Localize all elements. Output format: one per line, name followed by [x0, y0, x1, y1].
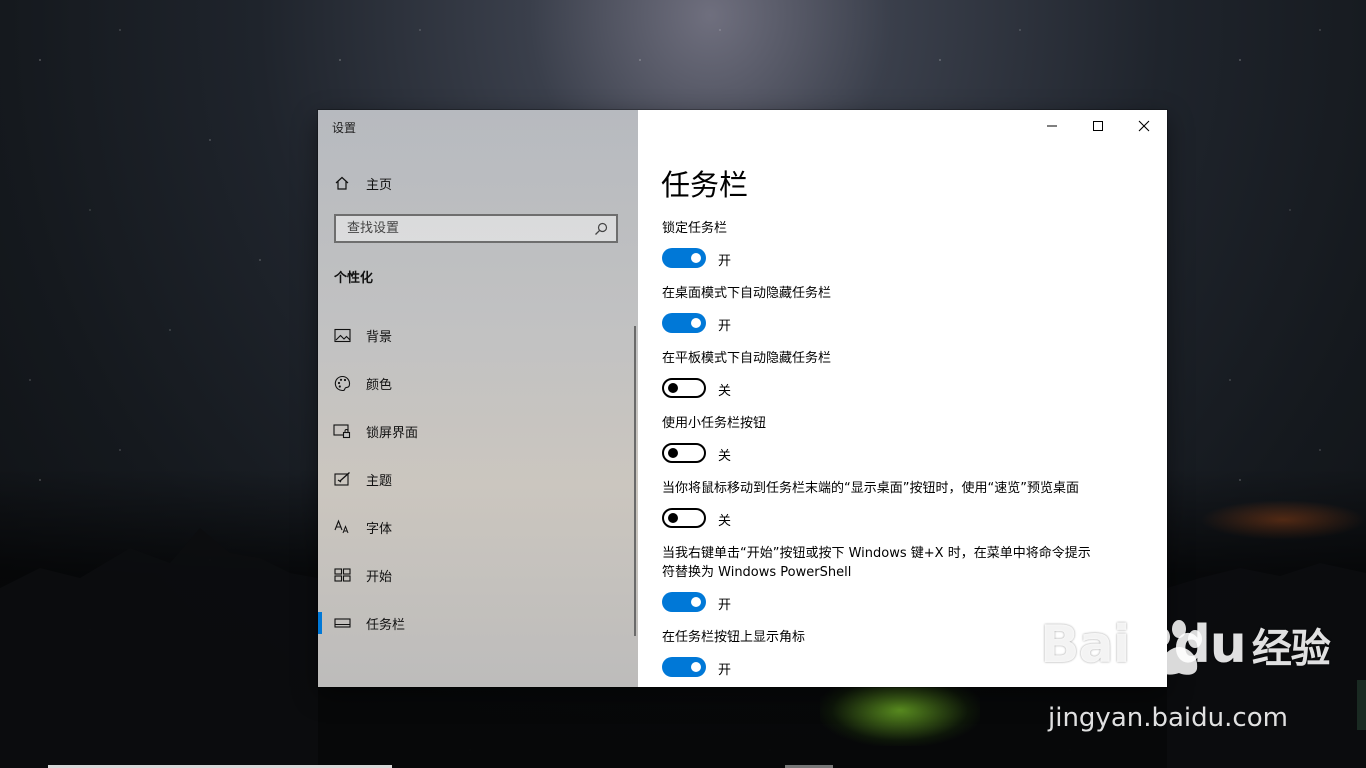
- sidebar-item-label: 任务栏: [366, 617, 406, 633]
- side-meter-widget: [1357, 680, 1366, 730]
- font-icon: [333, 518, 351, 536]
- main-content: 任务栏 锁定任务栏 开 在桌面模式下自动隐藏任务栏 开 在平板模式下自动隐藏任务…: [638, 110, 1167, 687]
- toggle-state-text: 关: [718, 514, 732, 529]
- wallpaper-tent-light: [820, 686, 980, 746]
- toggle-badges[interactable]: [662, 657, 706, 677]
- home-icon: [333, 174, 351, 192]
- toggle-state-text: 开: [718, 254, 732, 269]
- picture-icon: [333, 326, 351, 344]
- toggle-state-text: 关: [718, 384, 732, 399]
- sidebar-item-home[interactable]: 主页: [318, 163, 630, 203]
- lock-screen-icon: [333, 422, 351, 440]
- setting-label-autohide-desktop: 在桌面模式下自动隐藏任务栏: [662, 286, 832, 301]
- minimize-icon: [1046, 117, 1058, 136]
- close-button[interactable]: [1121, 110, 1167, 142]
- toggle-knob: [691, 253, 701, 263]
- sidebar-item-label: 开始: [366, 569, 393, 585]
- sidebar-item-label: 背景: [366, 329, 393, 345]
- sidebar-item-label: 颜色: [366, 377, 393, 393]
- baidu-paw-icon: [1156, 620, 1202, 675]
- sidebar-item-label: 主页: [366, 177, 393, 193]
- setting-label-autohide-tablet: 在平板模式下自动隐藏任务栏: [662, 351, 832, 366]
- toggle-knob: [668, 383, 678, 393]
- theme-icon: [333, 470, 351, 488]
- sidebar-item-label: 字体: [366, 521, 393, 537]
- toggle-knob: [668, 448, 678, 458]
- toggle-state-text: 关: [718, 449, 732, 464]
- setting-label-powershell: 当我右键单击“开始”按钮或按下 Windows 键+X 时，在菜单中将命令提示符…: [662, 546, 1091, 580]
- toggle-state-text: 开: [718, 598, 732, 613]
- sidebar-item-lock-screen[interactable]: 锁屏界面: [318, 411, 630, 451]
- sidebar-scrollbar[interactable]: [634, 326, 636, 636]
- sidebar-item-background[interactable]: 背景: [318, 315, 630, 355]
- page-title: 任务栏: [661, 168, 749, 202]
- palette-icon: [333, 374, 351, 392]
- search-icon[interactable]: [593, 221, 609, 237]
- sidebar-item-label: 锁屏界面: [366, 425, 419, 441]
- toggle-lock-taskbar[interactable]: [662, 248, 706, 268]
- setting-label-lock-taskbar: 锁定任务栏: [662, 221, 728, 236]
- start-icon: [333, 566, 351, 584]
- toggle-peek[interactable]: [662, 508, 706, 528]
- toggle-knob: [691, 662, 701, 672]
- section-title: 个性化: [334, 271, 374, 286]
- sidebar-item-label: 主题: [366, 473, 393, 489]
- maximize-icon: [1092, 117, 1104, 136]
- settings-window: 设置 主页 个性化 背景 颜色: [318, 110, 1167, 687]
- toggle-state-text: 开: [718, 319, 732, 334]
- sidebar-item-colors[interactable]: 颜色: [318, 363, 630, 403]
- minimize-button[interactable]: [1029, 110, 1075, 142]
- search-input[interactable]: [345, 220, 593, 237]
- baidu-watermark: Bai du 经验 jingyan.baidu.com: [1040, 615, 1331, 733]
- close-icon: [1138, 117, 1150, 136]
- sidebar: 设置 主页 个性化 背景 颜色: [318, 110, 638, 687]
- search-box[interactable]: [334, 214, 618, 243]
- sidebar-item-taskbar[interactable]: 任务栏: [318, 603, 630, 643]
- toggle-autohide-desktop[interactable]: [662, 313, 706, 333]
- watermark-url: jingyan.baidu.com: [1048, 703, 1288, 733]
- taskbar-icon: [333, 614, 351, 632]
- toggle-state-text: 开: [718, 663, 732, 678]
- toggle-knob: [668, 513, 678, 523]
- toggle-powershell[interactable]: [662, 592, 706, 612]
- sidebar-item-fonts[interactable]: 字体: [318, 507, 630, 547]
- setting-label-peek: 当你将鼠标移动到任务栏末端的“显示桌面”按钮时，使用“速览”预览桌面: [662, 481, 1079, 496]
- toggle-small-buttons[interactable]: [662, 443, 706, 463]
- setting-label-small-buttons: 使用小任务栏按钮: [662, 416, 767, 431]
- sidebar-item-themes[interactable]: 主题: [318, 459, 630, 499]
- toggle-autohide-tablet[interactable]: [662, 378, 706, 398]
- app-title: 设置: [332, 121, 357, 135]
- toggle-knob: [691, 597, 701, 607]
- toggle-knob: [691, 318, 701, 328]
- sidebar-item-start[interactable]: 开始: [318, 555, 630, 595]
- maximize-button[interactable]: [1075, 110, 1121, 142]
